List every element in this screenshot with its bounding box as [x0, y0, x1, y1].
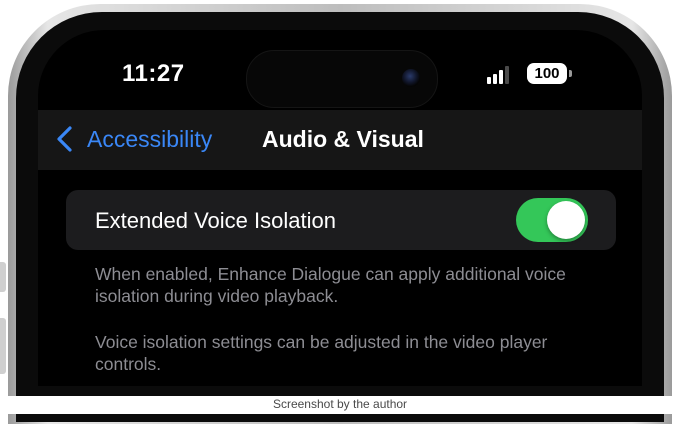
battery-level: 100: [534, 65, 560, 82]
side-button-upper: [0, 262, 6, 292]
signal-bar: [493, 74, 497, 84]
status-time: 11:27: [122, 60, 185, 87]
image-caption: Screenshot by the author: [0, 396, 680, 414]
signal-bar: [499, 70, 503, 84]
signal-bar: [505, 66, 509, 84]
footer-text-enhance-dialogue: When enabled, Enhance Dialogue can apply…: [95, 264, 566, 306]
extended-voice-isolation-row: Extended Voice Isolation: [66, 190, 616, 250]
back-button[interactable]: Accessibility: [87, 126, 212, 153]
footer-text-player-controls: Voice isolation settings can be adjusted…: [95, 332, 548, 374]
battery-tip: [569, 70, 572, 77]
setting-label: Extended Voice Isolation: [95, 208, 336, 233]
battery-icon: 100: [527, 63, 567, 84]
toggle-knob: [547, 201, 585, 239]
side-button-lower: [0, 318, 6, 374]
signal-icon: [487, 66, 509, 84]
signal-bar: [487, 77, 491, 84]
extended-voice-isolation-toggle[interactable]: [516, 198, 588, 242]
dynamic-island: [246, 50, 438, 108]
camera-icon: [402, 69, 420, 87]
page-title: Audio & Visual: [262, 126, 424, 152]
chevron-left-icon[interactable]: [54, 125, 80, 153]
phone-screen: 11:27 100 Accessibility Audio & Visual E…: [38, 30, 642, 386]
